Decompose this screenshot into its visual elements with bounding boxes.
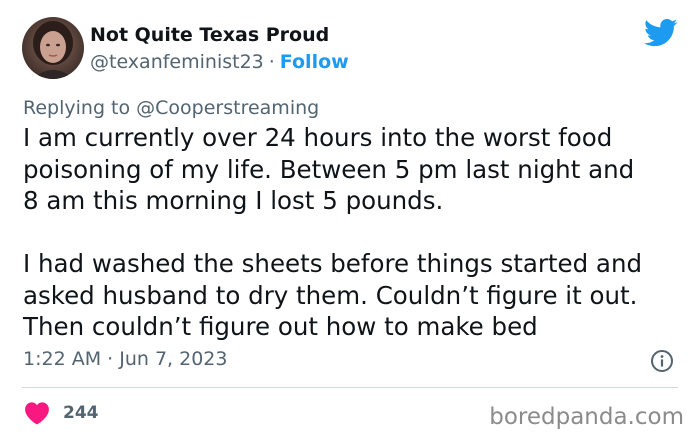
boredpanda-watermark: boredpanda.com — [489, 404, 684, 430]
twitter-bird-icon[interactable] — [644, 18, 678, 48]
tweet-card: Not Quite Texas Proud @texanfeminist23 · F… — [0, 0, 700, 441]
user-avatar-image — [22, 17, 84, 79]
tweet-body-line: poisoning of my life. Between 5 pm last … — [23, 154, 635, 184]
tweet-body-line: 8 am this morning I lost 5 pounds. — [23, 186, 444, 215]
heart-icon — [25, 402, 49, 425]
tweet-timestamp[interactable]: 1:22 AM · Jun 7, 2023 — [23, 346, 227, 372]
replying-to-text[interactable]: Replying to @Cooperstreaming — [23, 95, 319, 121]
author-display-name[interactable]: Not Quite Texas Proud — [90, 22, 329, 48]
tweet-body-line: Then couldn’t figure out how to make bed — [23, 312, 538, 341]
author-avatar[interactable] — [22, 17, 84, 79]
follow-button[interactable]: Follow — [280, 51, 349, 73]
author-handle[interactable]: @texanfeminist23 — [90, 51, 264, 73]
tweet-body-line: asked husband to dry them. Couldn’t figu… — [23, 280, 638, 310]
like-button[interactable]: 244 — [24, 400, 99, 426]
tweet-body-line: I had washed the sheets before things st… — [23, 249, 643, 278]
info-icon[interactable] — [650, 349, 674, 373]
tweet-body-line: I am currently over 24 hours into the wo… — [23, 123, 613, 152]
tweet-body: I am currently over 24 hours into the wo… — [23, 122, 683, 343]
divider — [22, 387, 678, 388]
handle-separator: · — [268, 51, 275, 73]
author-handle-row: @texanfeminist23 · Follow — [90, 49, 349, 75]
tweet-body-blank-line — [23, 217, 683, 249]
like-count: 244 — [63, 403, 99, 423]
